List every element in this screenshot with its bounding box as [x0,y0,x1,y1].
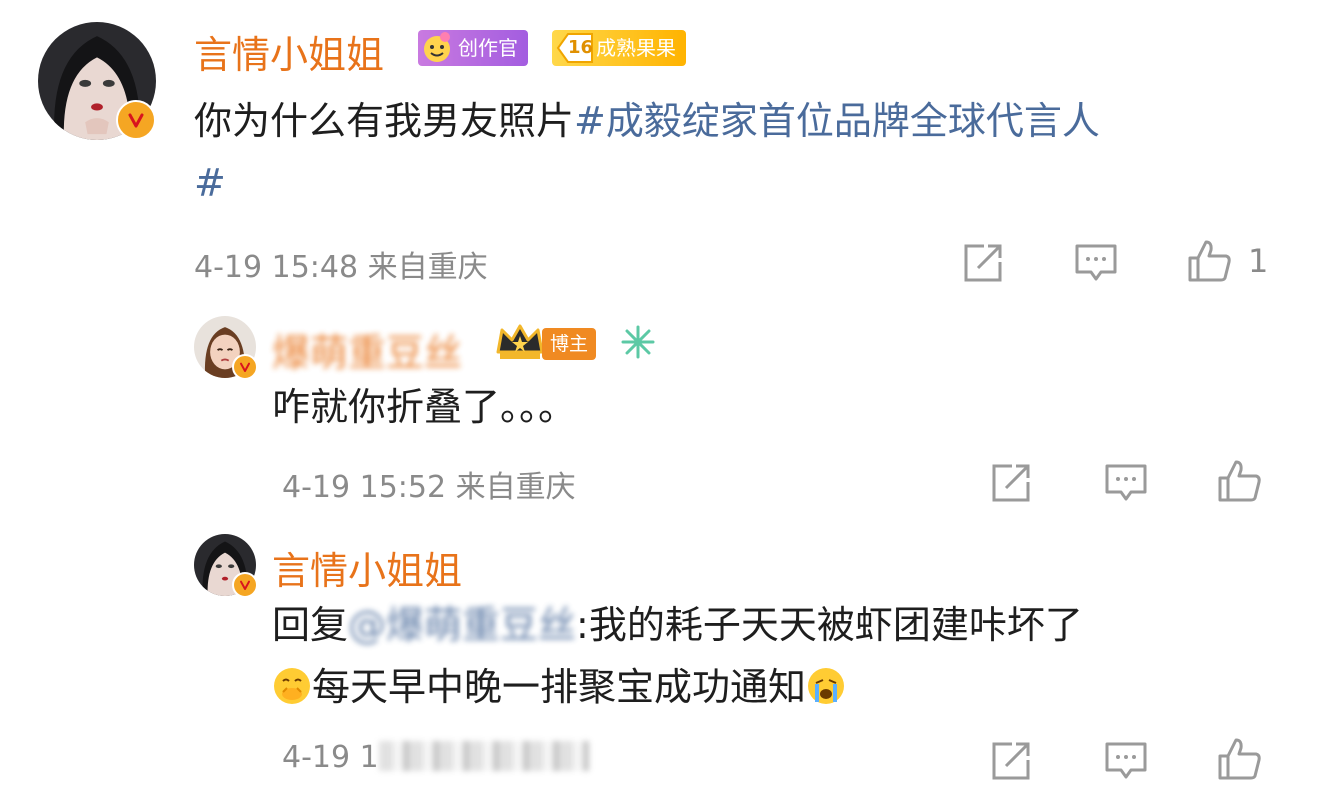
mention-link[interactable]: @爆萌重豆丝 [348,603,576,647]
reply-avatar[interactable] [194,316,258,380]
snowflake-icon [620,324,656,360]
like-icon [1188,240,1231,282]
comment-body: 你为什么有我男友照片 [194,99,575,143]
fan-level-number: 16 [568,37,594,58]
reply-prefix: 回复 [272,603,349,647]
share-button[interactable] [990,740,1032,782]
comment-icon [1075,244,1117,281]
verified-badge-icon [232,572,258,598]
username[interactable]: 爆萌重豆丝 [272,322,462,377]
like-icon [1218,738,1261,780]
username[interactable]: 言情小姐姐 [272,540,462,595]
verified-badge-icon [116,100,156,140]
fan-level-badge[interactable]: 16 成熟果果 [552,30,686,66]
crying-emoji-icon [806,662,846,704]
comment-icon [1105,742,1147,779]
comment-time: 4-19 1 [282,740,589,775]
like-button[interactable] [1216,458,1262,504]
comment-time-visible: 4-19 1 [282,740,379,775]
comment-time: 4-19 15:48 来自重庆 [194,250,488,285]
share-button[interactable] [962,242,1004,284]
creator-badge-label: 创作官 [458,36,518,60]
share-button[interactable] [990,462,1032,504]
creator-badge[interactable]: 创作官 [418,30,528,66]
like-button[interactable]: 1 [1186,238,1268,284]
host-badge[interactable]: 博主 [542,328,597,360]
share-icon [992,742,1030,780]
reply-avatar[interactable] [194,534,258,598]
share-icon [964,244,1002,282]
comment-button[interactable] [1104,740,1148,782]
comment-text: 你为什么有我男友照片#成毅绽家首位品牌全球代言人 # [194,90,1284,214]
crown-icon [494,322,546,362]
verified-badge-icon [232,354,258,380]
cover-mouth-emoji-icon [272,662,312,704]
creator-badge-icon [424,32,450,62]
comment-icon [1105,464,1147,501]
comment-time-mosaic [378,741,589,771]
username[interactable]: 言情小姐姐 [194,24,384,79]
like-button[interactable] [1216,736,1262,782]
comment-body: :我的耗子天天被虾团建咔坏了 [576,603,1083,647]
fan-level-label: 成熟果果 [596,36,676,60]
comment-button[interactable] [1104,462,1148,504]
like-count: 1 [1248,242,1269,280]
like-icon [1218,460,1261,502]
avatar[interactable] [38,22,156,140]
topic-link[interactable]: #成毅绽家首位品牌全球代言人 [574,99,1100,143]
comment-time: 4-19 15:52 来自重庆 [282,470,576,505]
comment-button[interactable] [1074,242,1118,284]
share-icon [992,464,1030,502]
comment-body: 每天早中晚一排聚宝成功通知 [312,665,807,709]
comment-text: 咋就你折叠了。。。 [272,385,577,429]
topic-link-end[interactable]: # [194,161,226,205]
comment-text: 回复@爆萌重豆丝:我的耗子天天被虾团建咔坏了 每天早中晚一排聚宝成功通知 [272,594,1292,718]
